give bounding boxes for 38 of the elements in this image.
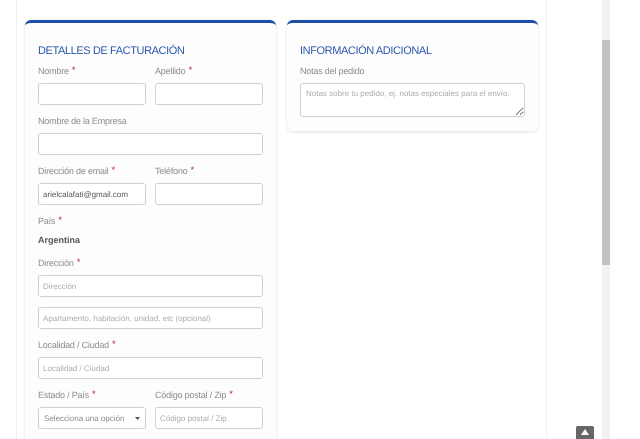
field-label: Notas del pedido <box>300 65 364 77</box>
field-label: Dirección <box>38 257 74 269</box>
required-asterisk: * <box>111 165 116 177</box>
field-label: Nombre de la Empresa <box>38 115 127 127</box>
scrollbar[interactable] <box>602 0 610 439</box>
required-asterisk: * <box>76 257 80 269</box>
text-field[interactable] <box>38 83 146 105</box>
field-label: Apellido <box>155 65 186 77</box>
notes-field[interactable]: Notas sobre tu pedido, ej. notas especiales para el envío. <box>300 83 525 117</box>
required-asterisk: * <box>58 215 62 227</box>
required-asterisk: * <box>190 165 194 177</box>
text-field[interactable]: Apartamento, habitación, unidad, etc (opcional) <box>38 307 263 329</box>
field-label: Nombre <box>38 65 69 77</box>
text-field[interactable]: arielcalafati@gmail.com <box>38 183 146 205</box>
arrow-up-icon <box>581 429 589 435</box>
text-field[interactable] <box>155 83 263 105</box>
section-heading: DETALLES DE FACTURACIÓN <box>38 45 186 57</box>
text-field[interactable] <box>38 133 263 155</box>
required-asterisk: * <box>229 389 233 401</box>
field-value: Argentina <box>38 234 82 246</box>
required-asterisk: * <box>72 65 76 77</box>
text-field[interactable]: Dirección <box>38 275 263 297</box>
field-label: Código postal / Zip <box>155 389 226 401</box>
required-asterisk: * <box>188 65 192 77</box>
dropdown[interactable]: Selecciona una opción <box>38 407 146 429</box>
caret-icon <box>135 416 140 420</box>
section-heading: INFORMACIÓN ADICIONAL <box>300 45 433 57</box>
text-field[interactable]: Código postal / Zip <box>155 407 263 429</box>
text-field[interactable] <box>155 183 263 205</box>
field-label: Dirección de email <box>38 165 108 177</box>
field-label: País <box>38 215 56 227</box>
required-asterisk: * <box>112 339 116 351</box>
field-label: Teléfono <box>155 165 188 177</box>
field-label: Estado / País <box>38 389 89 401</box>
scroll-to-top-button[interactable] <box>576 426 594 439</box>
text-field[interactable]: Localidad / Ciudad <box>38 357 263 379</box>
field-label: Localidad / Ciudad <box>38 339 109 351</box>
required-asterisk: * <box>92 389 96 401</box>
